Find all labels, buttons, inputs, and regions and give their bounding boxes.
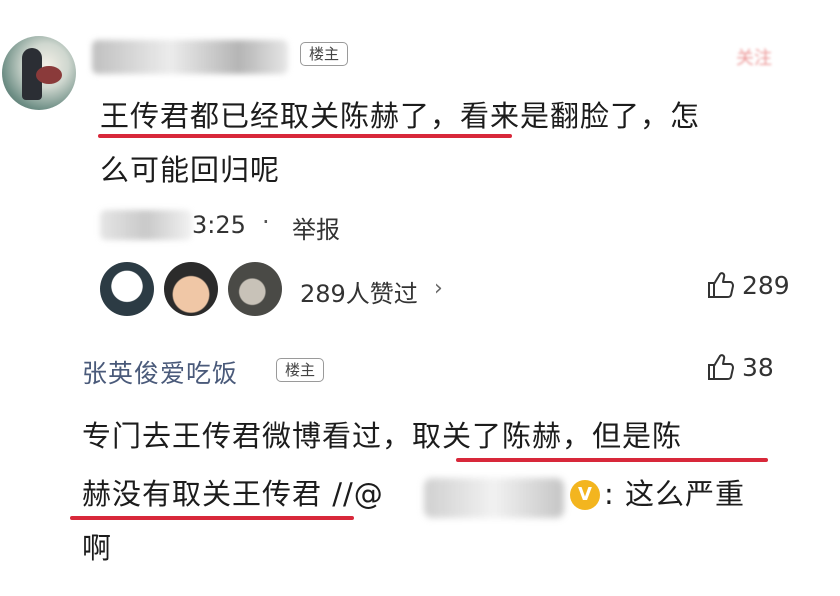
blurred-username[interactable] xyxy=(92,40,288,74)
repost-prefix: //@ xyxy=(322,477,384,511)
red-underline xyxy=(98,134,512,138)
reply-underlined-text: 取关了陈赫，但是陈 xyxy=(412,419,683,453)
thumbs-up-icon xyxy=(708,272,734,298)
meta-separator: · xyxy=(262,208,270,236)
red-underline xyxy=(70,516,354,520)
reply-line-2: 赫没有取关王传君 //@ xyxy=(82,468,384,520)
blurred-mention[interactable] xyxy=(424,478,564,518)
follow-button[interactable]: 关注 xyxy=(736,44,796,69)
comment-like-count: 289 xyxy=(742,270,790,300)
reply-author[interactable]: 张英俊爱吃饭 xyxy=(82,354,238,390)
comment-text-rest: 看来是翻脸了，怎 xyxy=(460,99,701,133)
comment-line-2: 么可能回归呢 xyxy=(100,153,281,187)
red-underline xyxy=(456,458,768,462)
reply-like-count: 38 xyxy=(742,352,774,382)
comment-like-button[interactable]: 289 xyxy=(706,270,790,300)
reply-like-button[interactable]: 38 xyxy=(706,352,774,382)
reply-owner-badge: 楼主 xyxy=(276,358,325,382)
reply-after-mention: : 这么严重 xyxy=(604,477,745,511)
liker-avatar[interactable] xyxy=(228,262,282,316)
reply-line-1: 专门去王传君微博看过，取关了陈赫，但是陈 xyxy=(82,410,682,462)
comment-underlined-text: 王传君都已经取关陈赫了， xyxy=(100,99,461,133)
thumbs-up-icon xyxy=(708,354,734,380)
liker-avatar[interactable] xyxy=(164,262,218,316)
reply-text-plain: 专门去王传君微博看过， xyxy=(82,419,413,453)
reply-line-3: 啊 xyxy=(82,531,113,565)
comment-time: 3:25 xyxy=(192,211,246,239)
owner-badge: 楼主 xyxy=(300,42,349,66)
likers-count-link[interactable]: 289人赞过 xyxy=(300,274,418,309)
verified-badge-icon: V xyxy=(570,480,600,510)
report-link[interactable]: 举报 xyxy=(292,210,340,245)
liker-avatar[interactable] xyxy=(100,262,154,316)
avatar-bouquet xyxy=(36,66,62,84)
chevron-right-icon: › xyxy=(434,276,443,301)
reply-underlined-text-2: 赫没有取关王传君 xyxy=(82,477,323,511)
commenter-avatar[interactable] xyxy=(2,36,76,110)
blurred-date xyxy=(100,210,192,240)
